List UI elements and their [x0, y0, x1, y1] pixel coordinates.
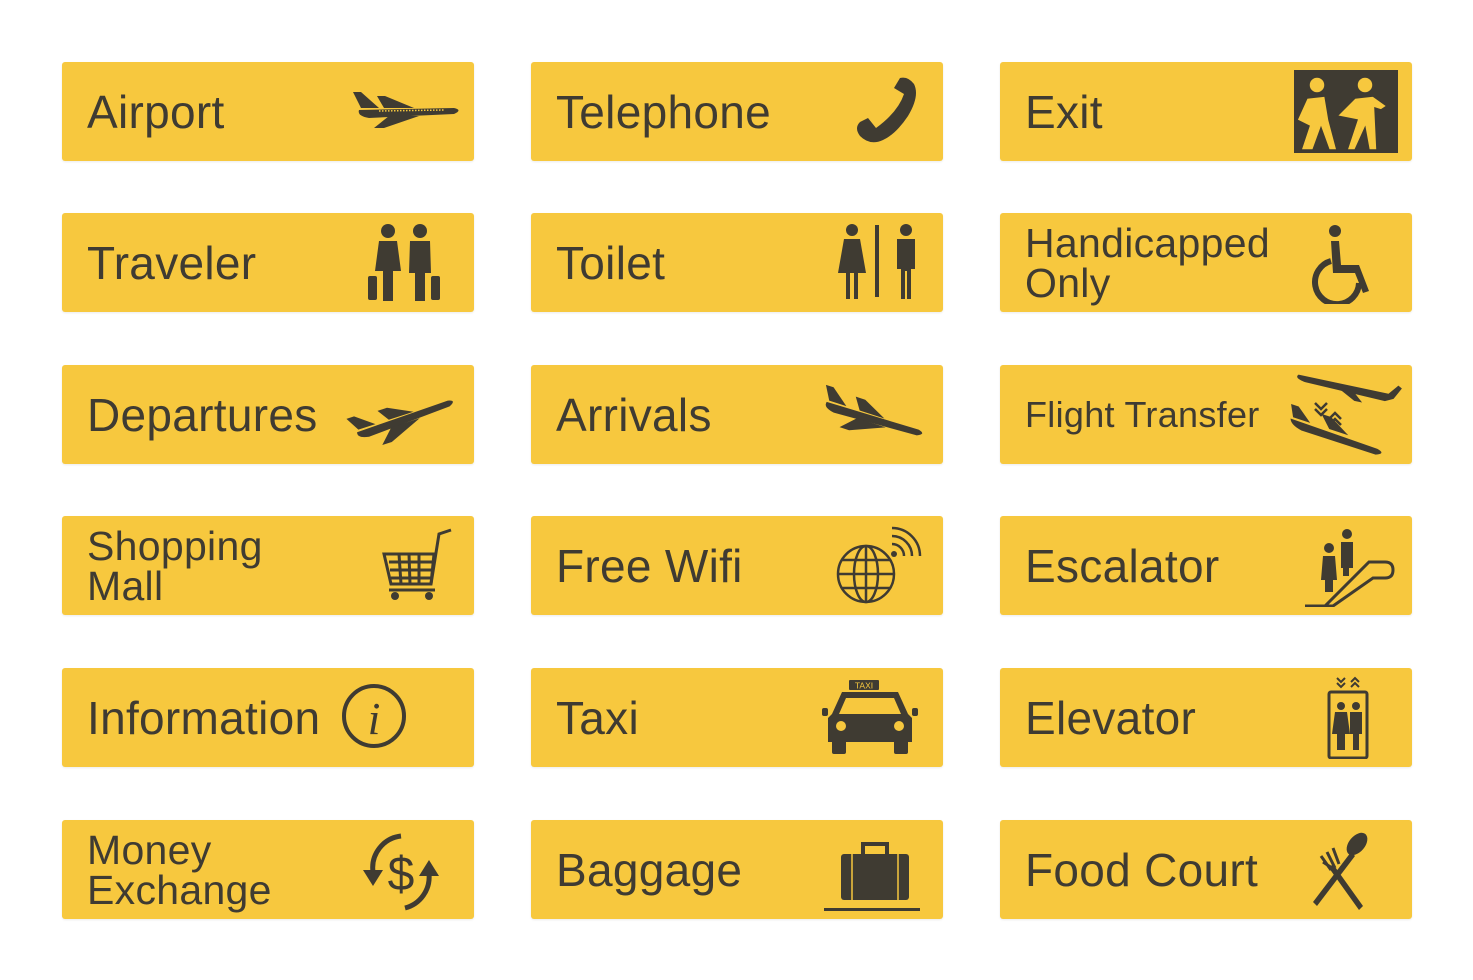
sign-label: Telephone	[556, 85, 772, 138]
sign-label: Information	[87, 691, 321, 744]
sign-departures: Departures	[62, 365, 474, 464]
toilet-icon	[808, 221, 933, 304]
baggage-icon	[808, 828, 933, 911]
sign-label: Elevator	[1025, 691, 1197, 744]
sign-label: Money Exchange	[87, 826, 272, 913]
sign-label: Shopping Mall	[87, 522, 263, 609]
taxi-icon: TAXI	[808, 676, 933, 759]
sign-shopping-mall: Shopping Mall	[62, 516, 474, 615]
sign-flight-transfer: Flight Transfer	[1000, 365, 1412, 464]
sign-label: Toilet	[556, 236, 666, 289]
departures-icon	[339, 373, 464, 456]
wifi-globe-icon	[808, 524, 933, 607]
shopping-cart-icon	[339, 524, 464, 607]
money-exchange-icon: $	[339, 828, 464, 911]
sign-food-court: Food Court	[1000, 820, 1412, 919]
sign-label: Departures	[87, 388, 318, 441]
svg-text:i: i	[368, 693, 381, 744]
sign-label: Exit	[1025, 85, 1103, 138]
sign-label: Free Wifi	[556, 539, 743, 592]
sign-label: Handicapped Only	[1025, 219, 1270, 306]
sign-traveler: Traveler	[62, 213, 474, 312]
sign-handicapped-only: Handicapped Only	[1000, 213, 1412, 312]
telephone-icon	[808, 70, 933, 153]
sign-label: Flight Transfer	[1025, 393, 1260, 435]
flight-transfer-icon	[1277, 373, 1402, 456]
sign-label: Taxi	[556, 691, 640, 744]
sign-label: Airport	[87, 85, 225, 138]
sign-money-exchange: Money Exchange $	[62, 820, 474, 919]
elevator-icon	[1277, 676, 1402, 759]
sign-taxi: Taxi TAXI	[531, 668, 943, 767]
food-court-icon	[1277, 828, 1402, 911]
arrivals-icon	[808, 373, 933, 456]
sign-label: Baggage	[556, 843, 743, 896]
sign-label: Traveler	[87, 236, 257, 289]
sign-telephone: Telephone	[531, 62, 943, 161]
sign-arrivals: Arrivals	[531, 365, 943, 464]
sign-exit: Exit	[1000, 62, 1412, 161]
sign-baggage: Baggage	[531, 820, 943, 919]
sign-airport: Airport	[62, 62, 474, 161]
sign-toilet: Toilet	[531, 213, 943, 312]
sign-label: Escalator	[1025, 539, 1220, 592]
escalator-icon	[1277, 524, 1402, 607]
information-icon: i	[339, 676, 464, 759]
sign-escalator: Escalator	[1000, 516, 1412, 615]
sign-label: Food Court	[1025, 843, 1259, 896]
wheelchair-icon	[1277, 221, 1402, 304]
taxi-sign-text: TAXI	[855, 681, 873, 691]
sign-label: Arrivals	[556, 388, 712, 441]
svg-text:$: $	[388, 848, 415, 901]
travelers-icon	[339, 221, 464, 304]
sign-free-wifi: Free Wifi	[531, 516, 943, 615]
exit-icon	[1277, 70, 1402, 153]
sign-elevator: Elevator	[1000, 668, 1412, 767]
sign-information: Information i	[62, 668, 474, 767]
airplane-icon	[339, 70, 464, 153]
